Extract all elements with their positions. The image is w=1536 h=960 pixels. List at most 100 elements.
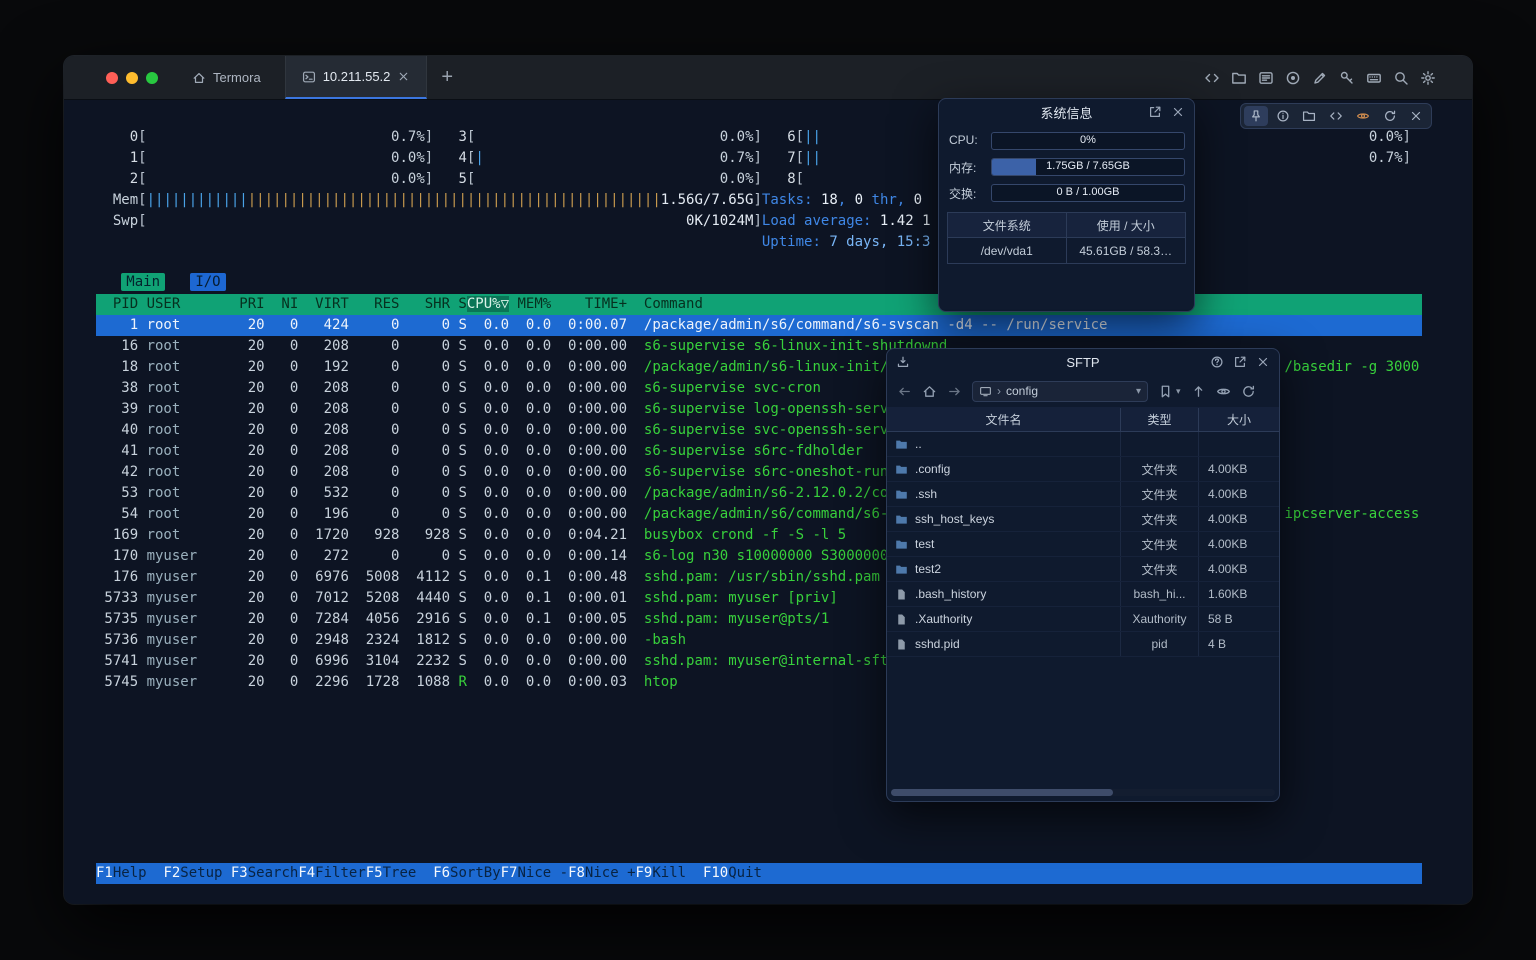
close-window-button[interactable]	[106, 72, 118, 84]
terminal-icon	[302, 70, 316, 84]
refresh-icon[interactable]	[1378, 106, 1402, 126]
fkey-F2[interactable]: F2Setup	[163, 865, 230, 881]
open-in-window-icon[interactable]	[1233, 355, 1247, 369]
fkey-F1[interactable]: F1Help	[96, 865, 163, 881]
file-row[interactable]: ssh_host_keys 文件夹4.00KB	[887, 507, 1279, 532]
uptime-line: Uptime: 7 days, 15:3	[96, 232, 1422, 253]
sftp-panel-title: SFTP	[887, 349, 1279, 376]
col-size[interactable]: 大小	[1199, 408, 1279, 431]
file-row[interactable]: test2文件夹4.00KB	[887, 557, 1279, 582]
file-name: .Xauthority	[915, 612, 972, 626]
titlebar-toolbar	[1204, 56, 1472, 99]
new-tab-button[interactable]: +	[427, 56, 467, 99]
folder-icon	[895, 438, 908, 451]
close-panel-icon[interactable]	[1256, 355, 1270, 369]
pin-icon[interactable]	[1244, 106, 1268, 126]
col-type[interactable]: 类型	[1121, 408, 1199, 431]
process-table-header[interactable]: PID USER PRI NI VIRT RES SHR SCPU%▽ MEM%…	[96, 294, 1422, 315]
fkey-F6[interactable]: F6SortBy	[433, 865, 500, 881]
fkey-F5[interactable]: F5Tree	[366, 865, 433, 881]
code-icon[interactable]	[1204, 70, 1220, 86]
fkey-F3[interactable]: F3Search	[231, 865, 298, 881]
folder-icon[interactable]	[1297, 106, 1321, 126]
code-icon[interactable]	[1324, 106, 1348, 126]
settings-icon[interactable]	[1420, 70, 1436, 86]
chevron-down-icon[interactable]: ▾	[1136, 386, 1141, 397]
file-row[interactable]: sshd.pidpid4 B	[887, 632, 1279, 657]
home-dir-icon[interactable]	[922, 384, 937, 399]
sysinfo-panel-title: 系统信息	[939, 99, 1194, 126]
forward-icon[interactable]	[947, 384, 962, 399]
swap-value: 0 B / 1.00GB	[992, 186, 1184, 198]
parent-directory-icon[interactable]	[1191, 384, 1206, 399]
bookmark-caret-icon[interactable]: ▾	[1176, 386, 1181, 397]
list-icon[interactable]	[1258, 70, 1274, 86]
key-icon[interactable]	[1339, 70, 1355, 86]
file-icon	[895, 613, 908, 626]
file-row[interactable]: .bash_historybash_hi...1.60KB	[887, 582, 1279, 607]
memory-label: 内存:	[949, 159, 976, 176]
memory-usage-row: 内存: 1.75GB / 7.65GB	[949, 158, 1185, 176]
show-hidden-icon[interactable]	[1216, 384, 1231, 399]
file-size: 1.60KB	[1199, 582, 1279, 606]
close-panel-icon[interactable]	[1171, 105, 1185, 119]
swap-usage-row: 交换: 0 B / 1.00GB	[949, 184, 1185, 202]
file-name: test2	[915, 562, 941, 576]
search-icon[interactable]	[1393, 70, 1409, 86]
htop-screen-tabs[interactable]: Main I/O	[96, 272, 1422, 293]
col-filename[interactable]: 文件名	[887, 408, 1121, 431]
info-icon[interactable]	[1271, 106, 1295, 126]
back-icon[interactable]	[897, 384, 912, 399]
eye-icon[interactable]	[1351, 106, 1375, 126]
process-row[interactable]: 1 root 20 0 424 0 0 S 0.0 0.0 0:00.07 /p…	[96, 315, 1422, 336]
scrollbar-thumb[interactable]	[891, 789, 1113, 796]
file-name: ssh_host_keys	[915, 512, 994, 526]
keyboard-icon[interactable]	[1366, 70, 1382, 86]
fkey-F7[interactable]: F7Nice -	[501, 865, 568, 881]
file-row[interactable]: .config文件夹4.00KB	[887, 457, 1279, 482]
fkey-F4[interactable]: F4Filter	[298, 865, 365, 881]
tab-label: Termora	[213, 70, 261, 85]
path-breadcrumb[interactable]: › config ▾	[972, 381, 1148, 402]
file-row[interactable]: .XauthorityXauthority58 B	[887, 607, 1279, 632]
minimize-window-button[interactable]	[126, 72, 138, 84]
close-tab-icon[interactable]	[397, 70, 410, 83]
filesystem-row[interactable]: /dev/vda1 45.61GB / 58.3…	[948, 238, 1185, 263]
app-window: Termora 10.211.55.2 + 0[ 0.7%] 3[ 0.0%] …	[64, 56, 1472, 904]
tab-host-10-211-55-2[interactable]: 10.211.55.2	[285, 56, 428, 99]
file-size: 4.00KB	[1199, 457, 1279, 481]
refresh-icon[interactable]	[1241, 384, 1256, 399]
folder-icon	[895, 563, 908, 576]
file-row[interactable]: .ssh文件夹4.00KB	[887, 482, 1279, 507]
cpu-value: 0%	[992, 134, 1184, 146]
memory-meter-line: Mem[||||||||||||||||||||||||||||||||||||…	[96, 190, 1422, 211]
file-type: 文件夹	[1121, 507, 1199, 531]
file-row[interactable]: test文件夹4.00KB	[887, 532, 1279, 557]
fkey-F10[interactable]: F10Quit	[703, 865, 779, 881]
close-icon[interactable]	[1404, 106, 1428, 126]
open-in-window-icon[interactable]	[1148, 105, 1162, 119]
file-row[interactable]: ..	[887, 432, 1279, 457]
cpu-label: CPU:	[949, 133, 978, 147]
folder-icon[interactable]	[1231, 70, 1247, 86]
zoom-window-button[interactable]	[146, 72, 158, 84]
transfers-icon[interactable]	[896, 355, 910, 369]
file-name: .bash_history	[915, 587, 986, 601]
fkey-F8[interactable]: F8Nice +	[568, 865, 635, 881]
record-icon[interactable]	[1285, 70, 1301, 86]
sftp-navbar: › config ▾ ▾	[887, 377, 1279, 405]
titlebar: Termora 10.211.55.2 +	[64, 56, 1472, 100]
edit-icon[interactable]	[1312, 70, 1328, 86]
function-key-bar: F1Help F2Setup F3SearchF4FilterF5Tree F6…	[96, 863, 1422, 884]
file-size: 4.00KB	[1199, 507, 1279, 531]
bookmark-icon[interactable]	[1158, 384, 1173, 399]
home-icon	[192, 71, 206, 85]
fkey-F9[interactable]: F9Kill	[636, 865, 703, 881]
file-size: 4 B	[1199, 632, 1279, 656]
cpu-usage-row: CPU: 0%	[949, 132, 1185, 150]
file-type	[1121, 432, 1199, 456]
file-type: 文件夹	[1121, 482, 1199, 506]
help-icon[interactable]	[1210, 355, 1224, 369]
sysinfo-panel: 系统信息 CPU: 0% 内存: 1.75GB / 7.65GB 交换:	[938, 98, 1195, 312]
tab-termora[interactable]: Termora	[176, 56, 277, 99]
